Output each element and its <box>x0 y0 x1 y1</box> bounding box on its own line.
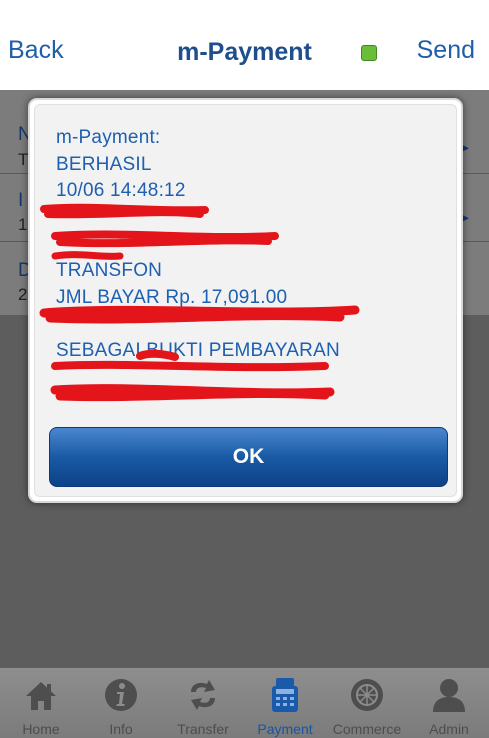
tab-transfer[interactable]: Transfer <box>162 668 244 738</box>
tab-label: Transfer <box>177 721 229 737</box>
list-item-value: T <box>18 150 29 169</box>
connection-status-indicator <box>361 45 377 61</box>
navigation-bar: Back m-Payment Send <box>0 0 489 90</box>
home-icon <box>26 682 56 710</box>
message-line: m-Payment: <box>56 127 161 148</box>
dialog-body: m-Payment: BERHASIL 10/06 14:48:12 TRANS… <box>34 104 457 497</box>
tab-payment[interactable]: Payment <box>244 668 326 738</box>
list-item-value: 2 <box>18 285 28 304</box>
message-line: 10/06 14:48:12 <box>56 180 186 202</box>
info-icon <box>105 679 137 711</box>
tab-home[interactable]: Home <box>0 668 82 738</box>
message-line: BERHASIL <box>56 153 152 175</box>
payment-icon <box>272 678 298 712</box>
message-line <box>56 391 446 418</box>
dialog-message: m-Payment: BERHASIL 10/06 14:48:12 TRANS… <box>56 125 446 418</box>
tab-commerce[interactable]: Commerce <box>326 668 408 738</box>
tab-label: Payment <box>257 721 313 737</box>
message-line: SEBAGAI BUKTI PEMBAYARAN <box>56 339 340 361</box>
list-item-value: 1 <box>18 215 28 234</box>
message-line: TRANSFON <box>56 259 163 281</box>
message-line <box>56 364 446 391</box>
admin-icon <box>433 679 465 712</box>
tab-label: Info <box>109 721 133 737</box>
message-line <box>56 311 446 338</box>
message-line: JML BAYAR Rp. 17,091.00 <box>56 286 288 308</box>
send-button[interactable]: Send <box>417 36 475 65</box>
ok-button[interactable]: OK <box>49 427 448 487</box>
transfer-icon <box>191 680 215 710</box>
tab-info[interactable]: Info <box>80 668 162 738</box>
payment-result-dialog: m-Payment: BERHASIL 10/06 14:48:12 TRANS… <box>28 98 463 503</box>
tab-label: Commerce <box>332 721 402 737</box>
tab-label: Home <box>22 721 60 737</box>
message-line <box>56 205 446 232</box>
list-item-key: I <box>18 190 24 211</box>
tab-admin[interactable]: Admin <box>408 668 489 738</box>
tab-label: Admin <box>429 721 469 737</box>
tab-bar: Home Info Transfer Payment Commerce Admi… <box>0 667 489 738</box>
message-line <box>56 231 446 258</box>
commerce-icon <box>351 679 383 711</box>
